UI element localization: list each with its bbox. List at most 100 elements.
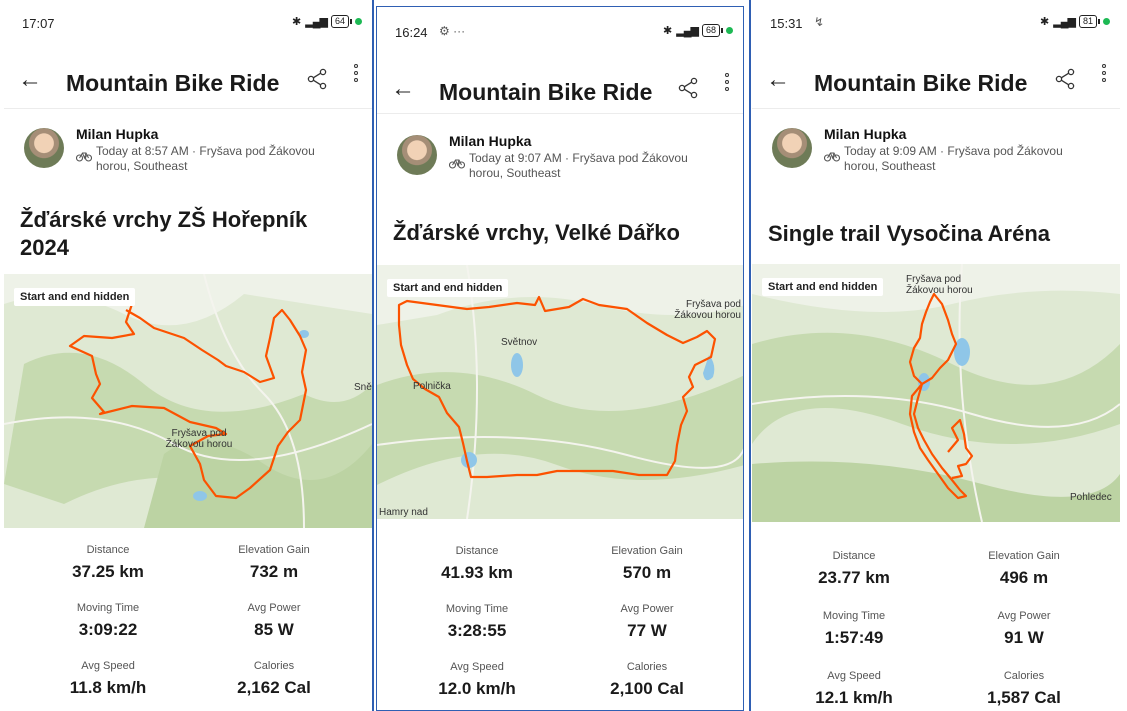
stat-label: Distance — [832, 550, 876, 562]
athlete-header[interactable]: Milan Hupka Today at 8:57 AM · Fryšava p… — [24, 126, 362, 186]
signal-icon: ▂▄▆ — [305, 16, 328, 28]
status-bar: 16:24 ⚙ ··· ✱ ▂▄▆ 68 — [377, 13, 743, 49]
stat-label: Elevation Gain — [238, 544, 310, 556]
stat-label: Calories — [253, 660, 295, 672]
stat-value: 732 m — [249, 562, 299, 581]
status-bar: 17:07 ✱ ▂▄▆ 64 — [4, 4, 372, 40]
stat-value: 37.25 km — [72, 562, 144, 581]
bluetooth-icon: ✱ — [663, 25, 673, 37]
map-canvas — [752, 264, 1120, 522]
map-place-label: Hamry nad — [379, 507, 428, 518]
divider — [752, 108, 1120, 109]
avatar[interactable] — [24, 128, 64, 168]
share-icon[interactable] — [677, 77, 699, 99]
status-time: 16:24 — [395, 25, 428, 40]
stat-avg-speed: Avg Speed 12.0 km/h — [397, 661, 557, 699]
stat-avg-speed: Avg Speed 11.8 km/h — [28, 660, 188, 698]
stat-label: Elevation Gain — [611, 545, 683, 557]
more-vertical-icon[interactable] — [725, 73, 731, 94]
stat-label: Distance — [455, 545, 499, 557]
status-bar: 15:31 ↯ ✱ ▂▄▆ 81 — [752, 4, 1120, 40]
stat-label: Moving Time — [76, 602, 140, 614]
stat-calories: Calories 1,587 Cal — [944, 670, 1104, 708]
bluetooth-icon: ✱ — [292, 16, 302, 28]
divider — [4, 108, 372, 109]
activity-meta: Today at 8:57 AM · Fryšava pod Žákovou h… — [96, 144, 315, 173]
stat-label: Avg Speed — [81, 660, 135, 672]
more-vertical-icon[interactable] — [1102, 64, 1108, 85]
page-title: Mountain Bike Ride — [814, 70, 1028, 96]
athlete-name[interactable]: Milan Hupka — [76, 126, 158, 142]
stat-value: 2,100 Cal — [610, 679, 684, 698]
stat-elevation: Elevation Gain 496 m — [944, 550, 1104, 588]
stat-label: Calories — [1003, 670, 1045, 682]
map-place-label: Fryšava pod Žákovou horou — [674, 299, 741, 321]
status-dot — [1103, 18, 1110, 25]
stat-label: Avg Power — [997, 610, 1051, 622]
panel-separator — [372, 0, 374, 711]
bike-icon — [76, 152, 92, 162]
stat-moving-time: Moving Time 1:57:49 — [774, 610, 934, 648]
bike-icon — [449, 159, 465, 169]
map-privacy-label: Start and end hidden — [387, 279, 509, 297]
map-place-label: Polnička — [413, 381, 451, 392]
panel-separator — [749, 0, 751, 711]
stat-value: 91 W — [1004, 628, 1044, 647]
map-place-label: Fryšava pod Žákovou horou — [906, 274, 973, 296]
avatar[interactable] — [772, 128, 812, 168]
page-title: Mountain Bike Ride — [439, 79, 653, 105]
stat-calories: Calories 2,100 Cal — [567, 661, 727, 699]
activity-screen-1: 17:07 ✱ ▂▄▆ 64 ← Mountain Bike Ride Mila… — [4, 4, 372, 711]
athlete-header[interactable]: Milan Hupka Today at 9:09 AM · Fryšava p… — [772, 126, 1110, 186]
page-title: Mountain Bike Ride — [66, 70, 280, 96]
stat-distance: Distance 41.93 km — [397, 545, 557, 583]
athlete-name[interactable]: Milan Hupka — [824, 126, 906, 142]
stat-value: 3:09:22 — [78, 620, 138, 639]
stat-calories: Calories 2,162 Cal — [194, 660, 354, 698]
stat-label: Elevation Gain — [988, 550, 1060, 562]
battery-icon: 64 — [330, 15, 353, 28]
battery-icon: 68 — [701, 24, 724, 37]
stat-value: 2,162 Cal — [237, 678, 311, 697]
route-map[interactable]: Start and end hidden Fryšava pod Žákovou… — [752, 264, 1120, 522]
status-extra: ↯ — [814, 15, 825, 29]
app-bar: ← Mountain Bike Ride — [4, 54, 372, 114]
athlete-name[interactable]: Milan Hupka — [449, 133, 531, 149]
stat-label: Moving Time — [445, 603, 509, 615]
stat-value: 11.8 km/h — [69, 678, 147, 697]
avatar[interactable] — [397, 135, 437, 175]
map-place-label: Fryšava pod Žákovou horou — [165, 428, 233, 450]
map-place-label: Pohledec — [1070, 492, 1112, 503]
stat-avg-speed: Avg Speed 12.1 km/h — [774, 670, 934, 708]
signal-icon: ▂▄▆ — [676, 25, 699, 37]
stat-moving-time: Moving Time 3:28:55 — [397, 603, 557, 641]
activity-name: Žďárské vrchy, Velké Dářko — [393, 220, 680, 245]
back-arrow-icon[interactable]: ← — [18, 66, 42, 94]
stat-label: Avg Power — [247, 602, 301, 614]
stat-value: 77 W — [627, 621, 667, 640]
divider — [377, 113, 743, 114]
athlete-header[interactable]: Milan Hupka Today at 9:07 AM · Fryšava p… — [397, 133, 733, 193]
battery-icon: 81 — [1078, 15, 1101, 28]
map-canvas — [4, 274, 372, 528]
share-icon[interactable] — [1054, 68, 1076, 90]
share-icon[interactable] — [306, 68, 328, 90]
stat-label: Avg Power — [620, 603, 674, 615]
route-map[interactable]: Start and end hidden Světnov Fryšava pod… — [377, 265, 743, 519]
stat-distance: Distance 23.77 km — [774, 550, 934, 588]
route-map[interactable]: Start and end hidden Fryšava pod Žákovou… — [4, 274, 372, 528]
back-arrow-icon[interactable]: ← — [391, 75, 415, 103]
more-vertical-icon[interactable] — [354, 64, 360, 85]
map-place-label: Světnov — [501, 337, 538, 348]
stat-value: 12.1 km/h — [815, 688, 893, 707]
stat-value: 12.0 km/h — [438, 679, 516, 698]
activity-screen-2: 16:24 ⚙ ··· ✱ ▂▄▆ 68 ← Mountain Bike Rid… — [376, 6, 744, 711]
activity-screen-3: 15:31 ↯ ✱ ▂▄▆ 81 ← Mountain Bike Ride Mi… — [752, 4, 1120, 711]
status-time: 15:31 — [770, 16, 803, 31]
stat-label: Avg Speed — [827, 670, 881, 682]
status-icons: ✱ ▂▄▆ 68 — [663, 24, 733, 37]
stat-label: Avg Speed — [450, 661, 504, 673]
back-arrow-icon[interactable]: ← — [766, 66, 790, 94]
stat-moving-time: Moving Time 3:09:22 — [28, 602, 188, 640]
activity-meta: Today at 9:07 AM · Fryšava pod Žákovou h… — [469, 151, 688, 180]
